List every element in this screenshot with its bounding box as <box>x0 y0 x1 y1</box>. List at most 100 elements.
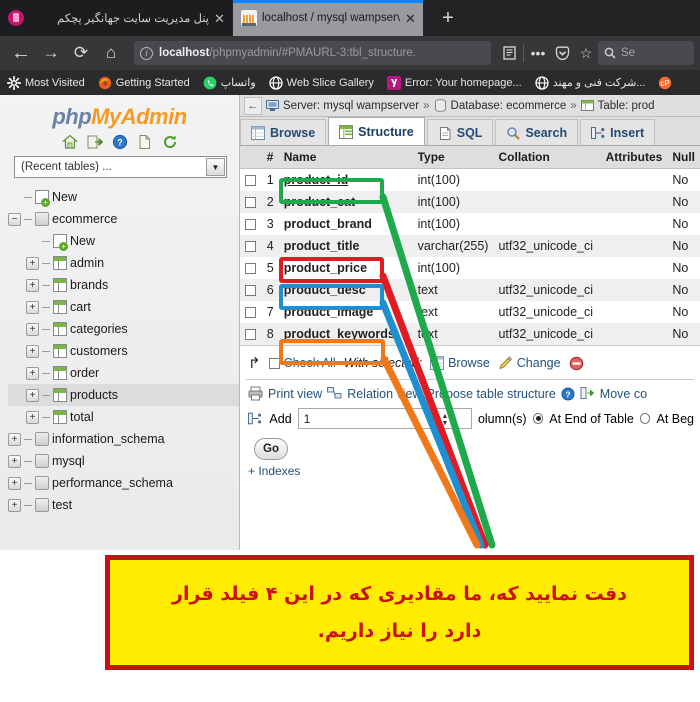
expand-icon[interactable]: + <box>26 256 39 270</box>
bookmark-star-icon[interactable]: ☆ <box>574 41 598 65</box>
expand-icon[interactable]: + <box>26 322 39 336</box>
reload-icon[interactable]: ⟳ <box>66 40 96 66</box>
expand-icon[interactable]: + <box>8 498 21 512</box>
collapse-icon[interactable]: − <box>8 212 21 226</box>
row-checkbox-cell[interactable] <box>240 279 262 301</box>
reload-icon[interactable] <box>162 134 178 150</box>
tree-node-new[interactable]: New <box>8 230 239 252</box>
select-all-arrow-icon[interactable]: ↱ <box>248 354 261 372</box>
row-checkbox-cell[interactable] <box>240 213 262 235</box>
tree-node-order[interactable]: + order <box>8 362 239 384</box>
bookmark-getting-started[interactable]: Getting Started <box>98 76 197 90</box>
print-view-link[interactable]: Print view <box>268 387 322 401</box>
row-checkbox[interactable] <box>245 329 256 341</box>
page-actions-menu-icon[interactable]: ••• <box>526 41 550 65</box>
table-row[interactable]: 1 product_id int(100) No <box>240 168 700 191</box>
bookmark-whatsapp[interactable]: واتساپ <box>203 76 263 90</box>
row-checkbox[interactable] <box>245 241 256 253</box>
row-checkbox[interactable] <box>245 263 256 275</box>
tab-structure[interactable]: Structure <box>328 117 425 145</box>
url-bar[interactable]: i localhost/phpmyadmin/#PMAURL-3:tbl_str… <box>134 41 491 65</box>
relation-view-link[interactable]: Relation view <box>347 387 421 401</box>
tab-search[interactable]: Search <box>495 119 579 145</box>
phpmyadmin-logo[interactable]: phpMyAdmin <box>0 95 239 132</box>
table-row[interactable]: 4 product_title varchar(255) utf32_unicode_… <box>240 235 700 257</box>
expand-icon[interactable]: + <box>26 300 39 314</box>
tree-node-mysql[interactable]: + mysql <box>8 450 239 472</box>
expand-icon[interactable]: + <box>26 410 39 424</box>
row-checkbox-cell[interactable] <box>240 168 262 191</box>
tab-sql[interactable]: SQL <box>426 119 494 145</box>
pocket-icon[interactable] <box>550 41 574 65</box>
header-name[interactable]: Name <box>278 146 413 169</box>
tree-node-admin[interactable]: + admin <box>8 252 239 274</box>
breadcrumb-table[interactable]: Table: prod <box>598 100 655 112</box>
tab-insert[interactable]: Insert <box>580 119 656 145</box>
browser-tab-1[interactable]: پنل مدیریت سایت جهانگیر پچکم ✕ <box>0 0 232 36</box>
back-icon[interactable]: ← <box>6 40 36 66</box>
expand-icon[interactable]: + <box>8 476 21 490</box>
drop-action[interactable] <box>569 356 584 371</box>
bookmark-error-homepage[interactable]: Error: Your homepage... <box>386 75 529 90</box>
radio-at-end-of-table[interactable] <box>532 413 544 424</box>
tree-node-customers[interactable]: + customers <box>8 340 239 362</box>
change-action[interactable]: Change <box>498 355 561 371</box>
bookmark-persian-company[interactable]: شرکت فنی و مهند... <box>535 75 653 90</box>
table-row[interactable]: 7 product_image text utf32_unicode_ci No <box>240 301 700 323</box>
propose-table-structure-link[interactable]: Propose table structure <box>427 387 556 401</box>
header-attributes[interactable]: Attributes <box>600 146 668 169</box>
go-button[interactable]: Go <box>254 438 288 460</box>
breadcrumb-back-icon[interactable]: ← <box>244 96 262 115</box>
row-checkbox[interactable] <box>245 197 256 209</box>
row-checkbox[interactable] <box>245 285 256 297</box>
row-checkbox-cell[interactable] <box>240 191 262 213</box>
tree-node-categories[interactable]: + categories <box>8 318 239 340</box>
home-icon[interactable] <box>61 134 78 150</box>
logout-icon[interactable] <box>87 134 103 150</box>
tree-node-information-schema[interactable]: + information_schema <box>8 428 239 450</box>
help-icon[interactable]: ? <box>112 134 128 150</box>
breadcrumb-database[interactable]: Database: ecommerce <box>451 100 567 112</box>
header-num[interactable]: # <box>261 146 279 169</box>
row-checkbox-cell[interactable] <box>240 257 262 279</box>
table-row[interactable]: 5 product_price int(100) No <box>240 257 700 279</box>
move-columns-link[interactable]: Move co <box>600 387 647 401</box>
browser-tab-2-close-icon[interactable]: ✕ <box>405 12 417 25</box>
browser-tab-2[interactable]: localhost / mysql wampserver / ec ✕ <box>233 0 423 36</box>
spinner-down-icon[interactable]: ▼ <box>441 420 448 427</box>
home-icon[interactable]: ⌂ <box>96 40 126 66</box>
tree-node-cart[interactable]: + cart <box>8 296 239 318</box>
check-all-checkbox[interactable] <box>268 357 280 369</box>
row-checkbox-cell[interactable] <box>240 323 262 345</box>
docs-icon[interactable] <box>137 134 153 150</box>
chevron-down-icon[interactable]: ▼ <box>206 158 225 176</box>
tree-node-brands[interactable]: + brands <box>8 274 239 296</box>
reader-view-icon[interactable] <box>497 41 521 65</box>
row-checkbox[interactable] <box>245 175 256 187</box>
tree-node-new[interactable]: New <box>8 186 239 208</box>
row-checkbox-cell[interactable] <box>240 301 262 323</box>
recent-tables-select[interactable]: (Recent tables) ... ▼ <box>14 156 227 178</box>
expand-icon[interactable]: + <box>8 454 21 468</box>
header-type[interactable]: Type <box>412 146 494 169</box>
forward-icon[interactable]: → <box>36 40 66 66</box>
row-checkbox[interactable] <box>245 219 256 231</box>
bookmark-web-slice-gallery[interactable]: Web Slice Gallery <box>269 75 381 90</box>
header-collation[interactable]: Collation <box>493 146 601 169</box>
bookmark-cpanel[interactable]: cP <box>658 76 683 90</box>
table-row[interactable]: 8 product_keywords text utf32_unicode_ci No <box>240 323 700 345</box>
tab-browse[interactable]: Browse <box>240 119 327 145</box>
radio-at-beginning-of-table[interactable] <box>639 413 651 424</box>
tree-node-products[interactable]: + products <box>8 384 239 406</box>
expand-icon[interactable]: + <box>26 366 39 380</box>
expand-icon[interactable]: + <box>26 388 39 402</box>
row-checkbox[interactable] <box>245 307 256 319</box>
indexes-toggle[interactable]: + Indexes <box>240 462 700 482</box>
table-row[interactable]: 2 product_cat int(100) No <box>240 191 700 213</box>
expand-icon[interactable]: + <box>26 278 39 292</box>
tree-node-ecommerce[interactable]: − ecommerce <box>8 208 239 230</box>
table-row[interactable]: 6 product_desc text utf32_unicode_ci No <box>240 279 700 301</box>
browse-action[interactable]: Browse <box>430 356 490 370</box>
breadcrumb-server[interactable]: Server: mysql wampserver <box>283 100 419 112</box>
search-input[interactable]: Se <box>598 41 694 65</box>
